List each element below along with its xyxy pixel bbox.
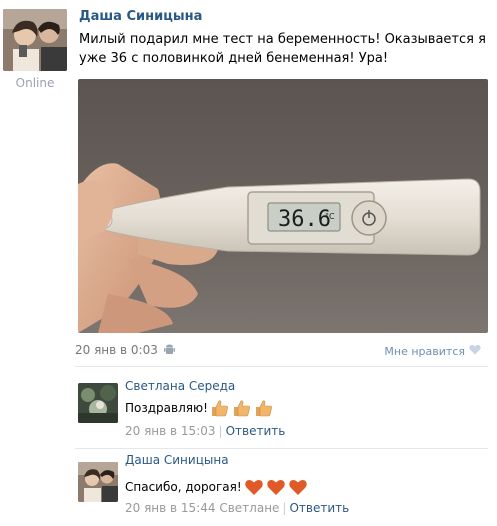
comment-text: Поздравляю! (125, 398, 274, 418)
heart-icon (266, 477, 286, 497)
divider (75, 448, 488, 449)
comment-date[interactable]: 20 янв в 15:03 (125, 424, 216, 438)
comment-author-name[interactable]: Даша Синицына (125, 453, 229, 467)
comment-author-avatar[interactable] (78, 383, 118, 423)
comment-text: Спасибо, дорогая! (125, 477, 308, 497)
post-author-name[interactable]: Даша Синицына (79, 9, 202, 24)
reply-button[interactable]: Ответить (226, 424, 286, 438)
comment-text-content: Поздравляю! (125, 401, 208, 415)
meta-separator: | (218, 424, 223, 438)
thermometer-display-value: 36.6 (278, 207, 331, 232)
heart-icon (288, 477, 308, 497)
thumbs-up-icon (254, 398, 274, 418)
post-photo[interactable]: 36.6 °C (78, 79, 488, 333)
heart-icon (469, 344, 481, 358)
heart-icon (244, 477, 264, 497)
thumbs-up-icon (210, 398, 230, 418)
reply-to-name[interactable]: Светлане (219, 501, 279, 515)
comment-meta: 20 янв в 15:03 | Ответить (125, 424, 285, 438)
comment-date[interactable]: 20 янв в 15:44 (125, 501, 216, 515)
reply-button[interactable]: Ответить (289, 501, 349, 515)
post-author-avatar[interactable] (3, 9, 67, 71)
online-status: Online (15, 76, 55, 90)
thermometer-display-unit: °C (325, 212, 335, 221)
like-button[interactable]: Мне нравится (384, 344, 481, 358)
post-date[interactable]: 20 янв в 0:03 (75, 343, 158, 357)
comment-author-avatar[interactable] (78, 462, 118, 502)
android-icon (163, 343, 176, 356)
meta-separator: | (282, 501, 287, 515)
like-label: Мне нравится (384, 344, 465, 358)
comment-text-content: Спасибо, дорогая! (125, 480, 242, 494)
post-text: Милый подарил мне тест на беременность! … (79, 32, 486, 66)
thumbs-up-icon (232, 398, 252, 418)
comment-author-name[interactable]: Светлана Середа (125, 379, 235, 393)
divider (75, 366, 488, 367)
comment-meta: 20 янв в 15:44 Светлане | Ответить (125, 501, 349, 515)
